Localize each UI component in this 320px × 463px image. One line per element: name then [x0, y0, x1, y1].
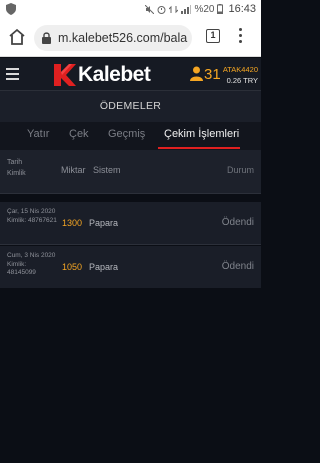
alarm-icon — [157, 5, 166, 14]
url-text: m.kalebet526.com/bala — [58, 31, 188, 45]
row-date: Çar, 15 Nis 2020 — [7, 208, 56, 215]
site-header: Kalebet 31 ATAK4420 0.26 TRY — [0, 58, 261, 91]
row-id: 48145099 — [7, 269, 36, 276]
mute-icon — [145, 4, 155, 14]
account-username[interactable]: ATAK4420 — [223, 65, 258, 74]
table-row[interactable]: Cum, 3 Nis 2020 Kimlik: 48145099 1050 Pa… — [0, 246, 261, 288]
header-amount: Miktar — [61, 165, 86, 175]
row-id-label: Kimlik: — [7, 260, 27, 268]
row-date: Cum, 3 Nis 2020 — [7, 252, 56, 259]
battery-icon — [217, 4, 224, 14]
table-row[interactable]: Çar, 15 Nis 2020 Kimlik: 48767621 1300 P… — [0, 202, 261, 245]
browser-toolbar: m.kalebet526.com/bala 1 — [0, 19, 261, 57]
tab-switcher-button[interactable]: 1 — [206, 29, 220, 43]
shield-icon — [6, 3, 16, 15]
table-header: Tarih Kimlik Miktar Sistem Durum — [0, 150, 261, 194]
row-status: Ödendi — [221, 217, 254, 228]
hamburger-menu-icon[interactable] — [6, 68, 19, 80]
row-amount: 1050 — [62, 262, 83, 272]
page-title: ÖDEMELER — [0, 91, 261, 122]
clock: 16:43 — [228, 3, 256, 15]
payment-tabs: Yatır Çek Geçmiş Çekim İşlemleri — [0, 122, 261, 150]
active-tab-indicator — [158, 147, 240, 149]
header-id: Kimlik — [7, 170, 26, 177]
row-system: Papara — [89, 218, 119, 228]
row-status: Ödendi — [221, 261, 254, 272]
row-id: 48767621 — [27, 216, 57, 224]
row-id-label: Kimlik: — [7, 216, 27, 224]
row-date-cell: Çar, 15 Nis 2020 Kimlik: 48767621 — [7, 208, 57, 225]
android-status-bar: %20 16:43 — [0, 0, 261, 19]
row-date-cell: Cum, 3 Nis 2020 Kimlik: 48145099 — [7, 252, 57, 278]
header-status: Durum — [226, 165, 254, 175]
row-system: Papara — [89, 262, 119, 272]
battery-percent: %20 — [194, 3, 215, 15]
signal-icon — [181, 4, 192, 14]
network-speed-icon — [169, 5, 179, 13]
header-system: Sistem — [93, 165, 121, 175]
address-bar[interactable]: m.kalebet526.com/bala — [34, 25, 192, 51]
user-icon[interactable] — [190, 66, 203, 81]
tab-history[interactable]: Geçmiş — [108, 128, 145, 140]
tab-withdraw[interactable]: Çek — [69, 128, 89, 140]
header-date: Tarih — [7, 159, 23, 166]
row-amount: 1300 — [62, 218, 83, 228]
tab-deposit[interactable]: Yatır — [27, 128, 49, 140]
account-balance: 0.26 TRY — [226, 76, 258, 85]
tab-withdrawal-transactions[interactable]: Çekim İşlemleri — [164, 128, 239, 140]
lock-icon — [42, 32, 51, 44]
home-icon[interactable] — [8, 28, 26, 46]
kalebet-k-logo-icon — [54, 64, 76, 86]
logo-text: Kalebet — [78, 63, 151, 86]
browser-menu-icon[interactable] — [236, 28, 244, 46]
site-logo[interactable]: Kalebet — [52, 62, 151, 88]
notification-count[interactable]: 31 — [204, 66, 221, 83]
